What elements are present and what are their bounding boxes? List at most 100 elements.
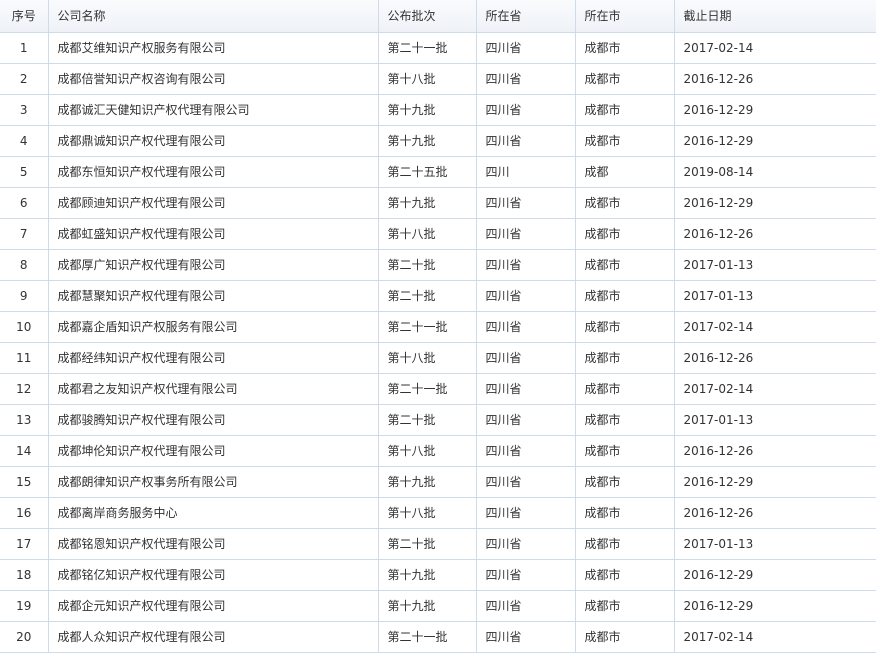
cell-province: 四川省: [475, 496, 576, 529]
cell-deadline: 2016-12-29: [673, 589, 876, 622]
cell-deadline: 2017-02-14: [673, 31, 876, 64]
table-row[interactable]: 12 成都君之友知识产权代理有限公司 第二十一批 四川省 成都市 2017-02-14: [0, 372, 876, 405]
cell-province: 四川省: [475, 217, 576, 250]
cell-province: 四川省: [475, 124, 576, 157]
cell-province: 四川省: [475, 403, 576, 436]
cell-company-name: 成都骏腾知识产权代理有限公司: [47, 403, 379, 436]
table-body: 1 成都艾维知识产权服务有限公司 第二十一批 四川省 成都市 2017-02-14 2 成都倍…: [0, 31, 876, 653]
cell-deadline: 2019-08-14: [673, 155, 876, 188]
cell-batch: 第十九批: [377, 589, 477, 622]
table-row[interactable]: 9 成都慧聚知识产权代理有限公司 第二十批 四川省 成都市 2017-01-13: [0, 279, 876, 312]
cell-batch: 第二十一批: [377, 310, 477, 343]
cell-city: 成都市: [574, 186, 675, 219]
cell-batch: 第二十批: [377, 403, 477, 436]
cell-company-name: 成都东恒知识产权代理有限公司: [47, 155, 379, 188]
table-row[interactable]: 6 成都顾迪知识产权代理有限公司 第十九批 四川省 成都市 2016-12-29: [0, 186, 876, 219]
table-row[interactable]: 8 成都厚广知识产权代理有限公司 第二十批 四川省 成都市 2017-01-13: [0, 248, 876, 281]
cell-index: 4: [0, 124, 49, 157]
cell-deadline: 2016-12-29: [673, 186, 876, 219]
cell-index: 15: [0, 465, 49, 498]
cell-batch: 第十九批: [377, 93, 477, 126]
cell-deadline: 2017-01-13: [673, 279, 876, 312]
cell-deadline: 2016-12-29: [673, 124, 876, 157]
cell-province: 四川省: [475, 558, 576, 591]
table-row[interactable]: 5 成都东恒知识产权代理有限公司 第二十五批 四川 成都 2019-08-14: [0, 155, 876, 188]
table-row[interactable]: 17 成都铭恩知识产权代理有限公司 第二十批 四川省 成都市 2017-01-13: [0, 527, 876, 560]
cell-city: 成都市: [574, 248, 675, 281]
cell-company-name: 成都朗律知识产权事务所有限公司: [47, 465, 379, 498]
table-row[interactable]: 7 成都虹盛知识产权代理有限公司 第十八批 四川省 成都市 2016-12-26: [0, 217, 876, 250]
cell-index: 1: [0, 31, 49, 64]
cell-city: 成都: [574, 155, 675, 188]
cell-city: 成都市: [574, 279, 675, 312]
cell-company-name: 成都离岸商务服务中心: [47, 496, 379, 529]
cell-index: 12: [0, 372, 49, 405]
table-row[interactable]: 3 成都诚汇天健知识产权代理有限公司 第十九批 四川省 成都市 2016-12-29: [0, 93, 876, 126]
cell-company-name: 成都鼎诚知识产权代理有限公司: [47, 124, 379, 157]
cell-company-name: 成都铭恩知识产权代理有限公司: [47, 527, 379, 560]
header-city[interactable]: 所在市: [574, 0, 675, 33]
cell-batch: 第十九批: [377, 186, 477, 219]
cell-batch: 第二十批: [377, 248, 477, 281]
cell-city: 成都市: [574, 620, 675, 653]
cell-batch: 第十八批: [377, 341, 477, 374]
cell-province: 四川省: [475, 62, 576, 95]
table-row[interactable]: 18 成都铭亿知识产权代理有限公司 第十九批 四川省 成都市 2016-12-29: [0, 558, 876, 591]
cell-batch: 第二十一批: [377, 620, 477, 653]
table-row[interactable]: 1 成都艾维知识产权服务有限公司 第二十一批 四川省 成都市 2017-02-14: [0, 31, 876, 64]
cell-province: 四川省: [475, 31, 576, 64]
header-province[interactable]: 所在省: [475, 0, 576, 33]
cell-index: 10: [0, 310, 49, 343]
cell-company-name: 成都企元知识产权代理有限公司: [47, 589, 379, 622]
header-deadline[interactable]: 截止日期: [673, 0, 876, 33]
cell-index: 11: [0, 341, 49, 374]
table-row[interactable]: 20 成都人众知识产权代理有限公司 第二十一批 四川省 成都市 2017-02-14: [0, 620, 876, 653]
cell-city: 成都市: [574, 527, 675, 560]
cell-deadline: 2017-02-14: [673, 310, 876, 343]
cell-index: 17: [0, 527, 49, 560]
header-index[interactable]: 序号: [0, 0, 49, 33]
cell-deadline: 2016-12-29: [673, 558, 876, 591]
header-company-name[interactable]: 公司名称: [47, 0, 379, 33]
table-row[interactable]: 13 成都骏腾知识产权代理有限公司 第二十批 四川省 成都市 2017-01-13: [0, 403, 876, 436]
cell-deadline: 2016-12-26: [673, 62, 876, 95]
cell-city: 成都市: [574, 558, 675, 591]
table-row[interactable]: 10 成都嘉企盾知识产权服务有限公司 第二十一批 四川省 成都市 2017-02-14: [0, 310, 876, 343]
cell-city: 成都市: [574, 217, 675, 250]
table-row[interactable]: 11 成都经纬知识产权代理有限公司 第十八批 四川省 成都市 2016-12-26: [0, 341, 876, 374]
table-row[interactable]: 19 成都企元知识产权代理有限公司 第十九批 四川省 成都市 2016-12-29: [0, 589, 876, 622]
cell-city: 成都市: [574, 31, 675, 64]
cell-province: 四川省: [475, 93, 576, 126]
cell-company-name: 成都顾迪知识产权代理有限公司: [47, 186, 379, 219]
cell-city: 成都市: [574, 124, 675, 157]
cell-company-name: 成都慧聚知识产权代理有限公司: [47, 279, 379, 312]
cell-province: 四川省: [475, 372, 576, 405]
table-row[interactable]: 4 成都鼎诚知识产权代理有限公司 第十九批 四川省 成都市 2016-12-29: [0, 124, 876, 157]
cell-deadline: 2016-12-29: [673, 465, 876, 498]
cell-deadline: 2016-12-26: [673, 496, 876, 529]
cell-index: 19: [0, 589, 49, 622]
cell-index: 3: [0, 93, 49, 126]
cell-province: 四川省: [475, 589, 576, 622]
table-row[interactable]: 16 成都离岸商务服务中心 第十八批 四川省 成都市 2016-12-26: [0, 496, 876, 529]
cell-batch: 第十九批: [377, 124, 477, 157]
cell-province: 四川省: [475, 341, 576, 374]
cell-batch: 第十八批: [377, 496, 477, 529]
cell-province: 四川省: [475, 186, 576, 219]
cell-deadline: 2016-12-26: [673, 341, 876, 374]
cell-deadline: 2017-01-13: [673, 527, 876, 560]
cell-city: 成都市: [574, 310, 675, 343]
header-batch[interactable]: 公布批次: [377, 0, 477, 33]
cell-batch: 第十八批: [377, 62, 477, 95]
table-row[interactable]: 2 成都倍誉知识产权咨询有限公司 第十八批 四川省 成都市 2016-12-26: [0, 62, 876, 95]
cell-deadline: 2017-01-13: [673, 403, 876, 436]
table-row[interactable]: 15 成都朗律知识产权事务所有限公司 第十九批 四川省 成都市 2016-12-29: [0, 465, 876, 498]
company-table: 序号 公司名称 公布批次 所在省 所在市 截止日期 1 成都艾维知识产权服务有限公…: [0, 0, 876, 653]
table-row[interactable]: 14 成都坤伦知识产权代理有限公司 第十八批 四川省 成都市 2016-12-26: [0, 434, 876, 467]
cell-company-name: 成都艾维知识产权服务有限公司: [47, 31, 379, 64]
cell-city: 成都市: [574, 93, 675, 126]
cell-company-name: 成都人众知识产权代理有限公司: [47, 620, 379, 653]
cell-batch: 第二十批: [377, 527, 477, 560]
cell-index: 14: [0, 434, 49, 467]
cell-province: 四川省: [475, 527, 576, 560]
